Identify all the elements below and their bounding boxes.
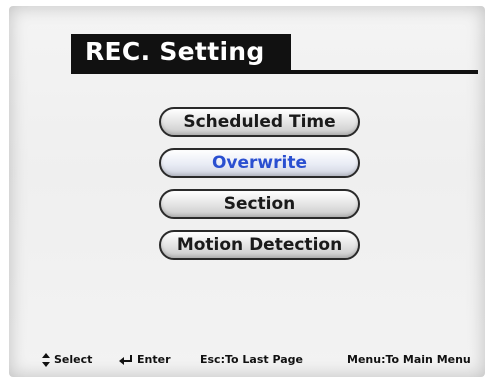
section-label: Section	[223, 194, 296, 214]
scheduled-time-button[interactable]: Scheduled Time	[159, 107, 360, 137]
motion-detection-button[interactable]: Motion Detection	[159, 230, 360, 260]
motion-detection-label: Motion Detection	[176, 235, 343, 255]
footer-select-hint: Select	[42, 353, 92, 367]
page-title: REC. Setting	[85, 37, 265, 66]
osd-screen: REC. Setting Scheduled Time Overwrite Se…	[9, 6, 485, 377]
up-down-arrows-icon	[42, 353, 50, 367]
title-underline	[289, 70, 478, 74]
footer-menu-hint: Menu:To Main Menu	[347, 353, 471, 366]
section-button[interactable]: Section	[159, 189, 360, 219]
overwrite-label: Overwrite	[211, 153, 308, 173]
footer-enter-hint: Enter	[119, 353, 171, 366]
title-bar: REC. Setting	[71, 34, 291, 74]
footer-select-label: Select	[54, 353, 93, 366]
scheduled-time-label: Scheduled Time	[183, 112, 336, 132]
enter-return-icon	[119, 355, 132, 365]
overwrite-button[interactable]: Overwrite	[159, 148, 360, 178]
footer-enter-label: Enter	[137, 353, 171, 366]
footer-esc-hint: Esc:To Last Page	[200, 353, 304, 366]
